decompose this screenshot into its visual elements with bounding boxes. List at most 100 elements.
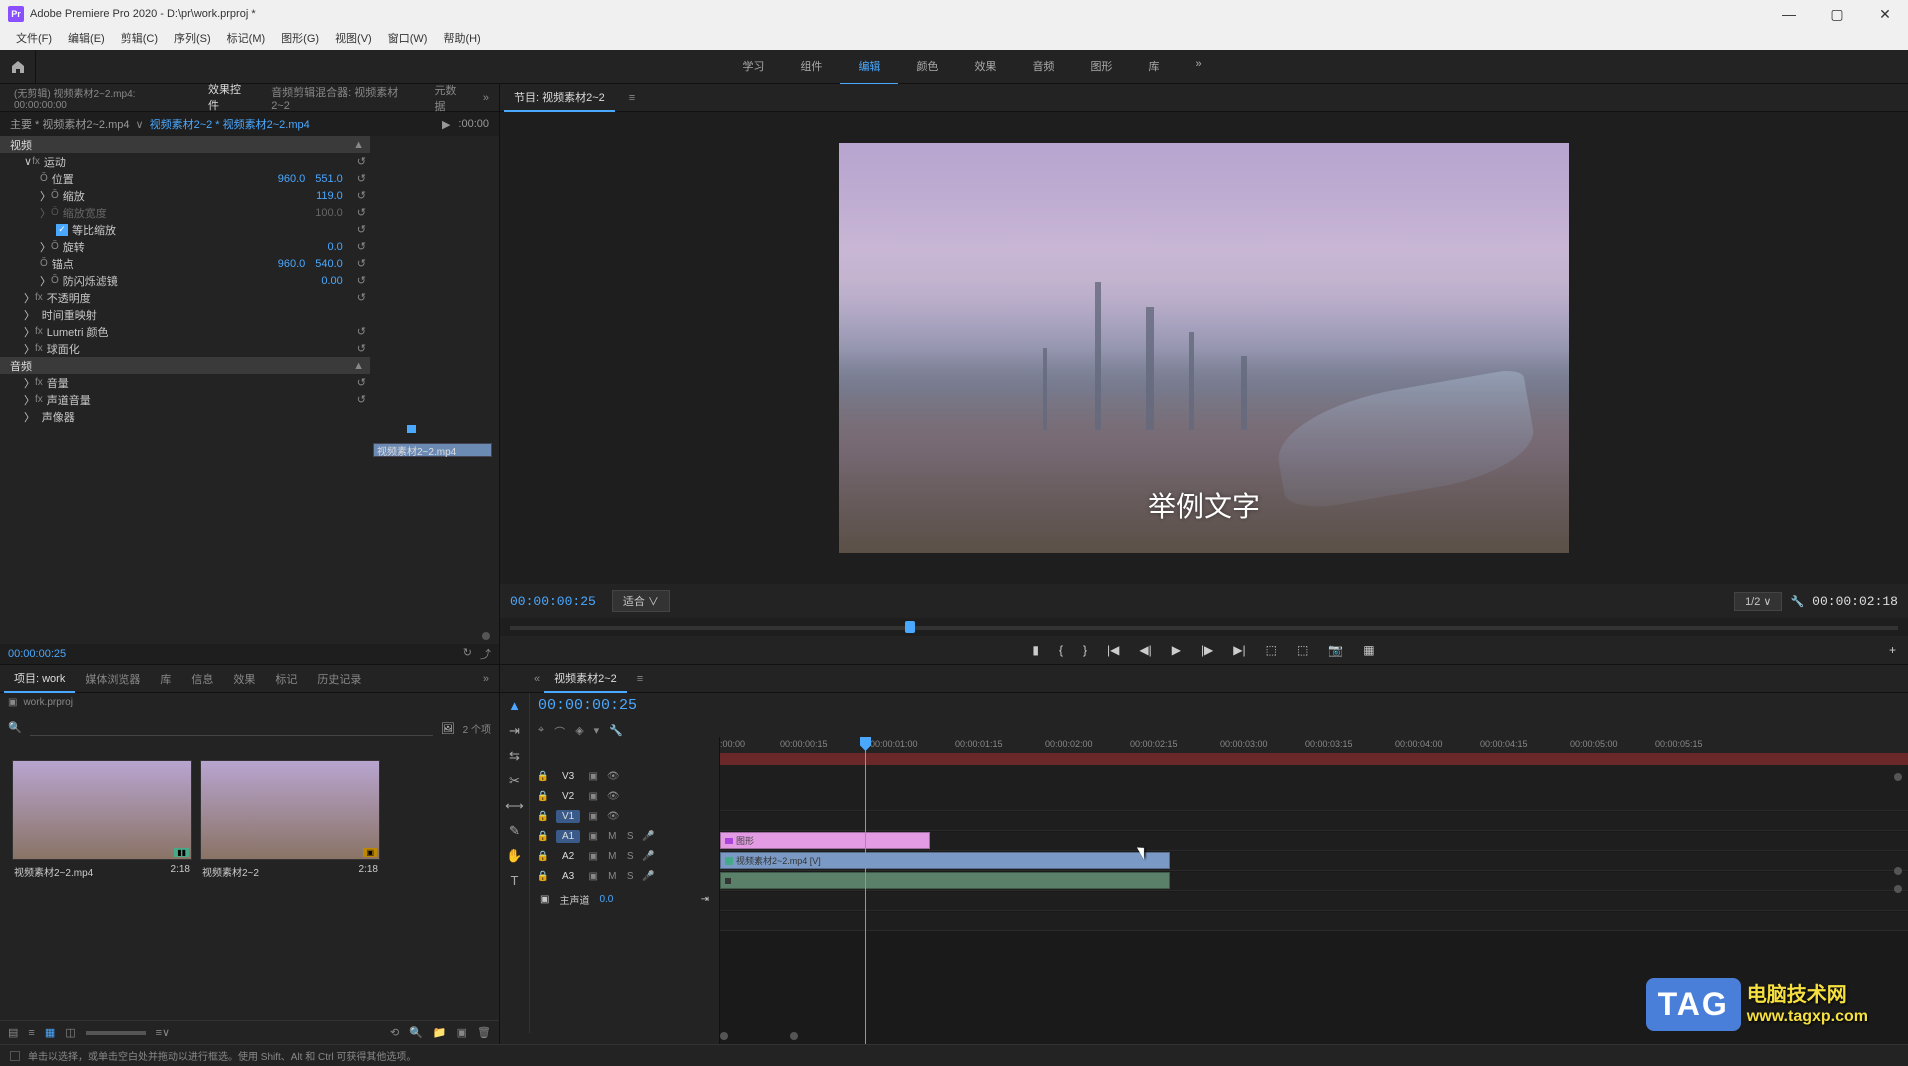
menu-help[interactable]: 帮助(H)	[435, 28, 488, 50]
icon-view-icon[interactable]: ▦	[45, 1026, 55, 1039]
ws-audio[interactable]: 音频	[1014, 49, 1072, 85]
tab-prev-icon[interactable]: «	[530, 668, 544, 690]
tab-sequence[interactable]: 视频素材2~2	[544, 665, 627, 693]
source-overflow-icon[interactable]: »	[477, 92, 495, 104]
timeline-ruler[interactable]: :00:00 00:00:00:15 00:00:01:00 00:00:01:…	[720, 737, 1908, 765]
loop-icon[interactable]: ↻	[463, 646, 472, 662]
new-bin-icon[interactable]: 📁	[433, 1026, 447, 1039]
seq-clip-label[interactable]: 视频素材2~2 * 视频素材2~2.mp4	[150, 116, 310, 132]
track-a3[interactable]	[720, 912, 1908, 931]
prop-anchor[interactable]: Ŏ锚点960.0540.0↺	[0, 255, 370, 272]
tab-audio-mixer[interactable]: 音频剪辑混合器: 视频素材2~2	[261, 79, 424, 117]
track-v3[interactable]	[720, 812, 1908, 831]
item-thumbnail[interactable]: ▮▮	[12, 760, 192, 860]
clip-audio[interactable]	[720, 872, 1170, 889]
clip-video[interactable]: 视频素材2~2.mp4 [V]	[720, 852, 1170, 869]
tab-effects[interactable]: 效果	[223, 666, 265, 692]
track-header-a2[interactable]: 🔒A2▣MS🎤	[530, 847, 719, 866]
project-overflow-icon[interactable]: »	[477, 673, 495, 685]
clip-graphic[interactable]: 图形	[720, 832, 930, 849]
item-thumbnail[interactable]: ▣	[200, 760, 380, 860]
scroll-handle[interactable]	[482, 632, 490, 640]
source-timecode[interactable]: 00:00:00:25	[8, 648, 66, 660]
prop-antiflicker[interactable]: 〉Ŏ防闪烁滤镜0.00↺	[0, 272, 370, 289]
track-v2[interactable]: 图形	[720, 832, 1908, 851]
resolution-dropdown[interactable]: 1/2 ∨	[1734, 592, 1782, 611]
play-tri-icon[interactable]: ▶	[442, 118, 450, 131]
goto-in-icon[interactable]: |◀	[1103, 643, 1123, 657]
h-scroll[interactable]	[720, 1032, 800, 1040]
new-icon[interactable]: ▣	[457, 1026, 467, 1039]
track-a2[interactable]	[720, 892, 1908, 911]
v-scroll-handle[interactable]	[1894, 885, 1902, 893]
ws-library[interactable]: 库	[1130, 49, 1177, 85]
in-point-icon[interactable]: {	[1055, 643, 1067, 657]
auto-icon[interactable]: ⟲	[390, 1026, 399, 1039]
search-input[interactable]	[30, 720, 433, 736]
v-scroll-handle[interactable]	[1894, 773, 1902, 781]
fx-opacity[interactable]: 〉fx不透明度↺	[0, 289, 370, 306]
ws-overflow-icon[interactable]: »	[1177, 49, 1219, 85]
menu-edit[interactable]: 编辑(E)	[60, 28, 113, 50]
ws-assembly[interactable]: 组件	[782, 49, 840, 85]
prop-rotation[interactable]: 〉Ŏ旋转0.0↺	[0, 238, 370, 255]
tab-library[interactable]: 库	[150, 666, 181, 692]
fx-timeremap[interactable]: 〉 时间重映射	[0, 306, 370, 323]
maximize-button[interactable]: ▢	[1822, 6, 1852, 23]
zoom-fit-dropdown[interactable]: 适合 ∨	[612, 590, 670, 612]
export-frame-icon[interactable]: ⤴	[480, 646, 491, 662]
add-button-icon[interactable]: +	[1885, 643, 1908, 657]
track-header-a1[interactable]: 🔒A1▣MS🎤	[530, 827, 719, 846]
menu-sequence[interactable]: 序列(S)	[166, 28, 219, 50]
step-back-icon[interactable]: ◀|	[1135, 643, 1155, 657]
ws-color[interactable]: 颜色	[898, 49, 956, 85]
track-header-v1[interactable]: 🔒V1▣👁	[530, 807, 719, 826]
minimize-button[interactable]: —	[1774, 6, 1804, 23]
menu-graphics[interactable]: 图形(G)	[273, 28, 327, 50]
step-fwd-icon[interactable]: |▶	[1197, 643, 1217, 657]
fx-channel-volume[interactable]: 〉fx声道音量↺	[0, 391, 370, 408]
track-a1[interactable]	[720, 872, 1908, 891]
program-monitor[interactable]: 举例文字	[500, 112, 1908, 584]
ws-learn[interactable]: 学习	[724, 49, 782, 85]
freeform-view-icon[interactable]: ◫	[65, 1026, 75, 1039]
tab-menu-icon[interactable]: ≡	[627, 668, 653, 690]
menu-marker[interactable]: 标记(M)	[219, 28, 274, 50]
tab-markers[interactable]: 标记	[265, 666, 307, 692]
project-item[interactable]: ▣ 视频素材2~22:18	[200, 760, 380, 883]
tab-program[interactable]: 节目: 视频素材2~2	[504, 84, 615, 112]
program-timecode[interactable]: 00:00:00:25	[510, 594, 596, 609]
fx-spherize[interactable]: 〉fx球面化↺	[0, 340, 370, 357]
fx-volume[interactable]: 〉fx音量↺	[0, 374, 370, 391]
tab-project[interactable]: 项目: work	[4, 665, 75, 693]
selection-tool-icon[interactable]: ▲	[501, 693, 529, 718]
track-header-v3[interactable]: 🔒V3▣👁	[530, 767, 719, 786]
zoom-slider[interactable]	[86, 1031, 146, 1035]
scrubber-playhead[interactable]	[905, 621, 915, 633]
timeline-playhead[interactable]	[865, 737, 866, 1044]
search-icon[interactable]: 🔍	[8, 721, 22, 735]
bin-view-icon[interactable]: 🖼	[441, 722, 455, 735]
new-item-icon[interactable]: ▤	[8, 1026, 18, 1039]
fx-motion[interactable]: ∨fx运动↺	[0, 153, 370, 170]
ws-graphics[interactable]: 图形	[1072, 49, 1130, 85]
track-header-a3[interactable]: 🔒A3▣MS🎤	[530, 867, 719, 886]
play-icon[interactable]: ▶	[1168, 643, 1185, 657]
tab-info[interactable]: 信息	[181, 666, 223, 692]
delete-icon[interactable]: 🗑	[477, 1026, 491, 1039]
close-button[interactable]: ✕	[1870, 6, 1900, 23]
home-icon[interactable]	[0, 50, 36, 84]
v-scroll-handle[interactable]	[1894, 867, 1902, 875]
project-item[interactable]: ▮▮ 视频素材2~2.mp42:18	[12, 760, 192, 883]
prop-scale[interactable]: 〉Ŏ缩放119.0↺	[0, 187, 370, 204]
goto-out-icon[interactable]: ▶|	[1229, 643, 1249, 657]
marker-icon[interactable]: ▮	[1028, 643, 1043, 657]
menu-clip[interactable]: 剪辑(C)	[113, 28, 166, 50]
program-menu-icon[interactable]: ≡	[623, 92, 641, 104]
prop-position[interactable]: Ŏ位置960.0551.0↺	[0, 170, 370, 187]
timeline-timecode[interactable]: 00:00:00:25	[538, 693, 1908, 718]
master-track[interactable]: ▣主声道0.0⇥	[530, 888, 719, 910]
lift-icon[interactable]: ⬚	[1262, 643, 1281, 657]
tab-source[interactable]: (无剪辑) 视频素材2~2.mp4: 00:00:00:00	[4, 80, 198, 116]
compare-icon[interactable]: ▦	[1359, 643, 1378, 657]
